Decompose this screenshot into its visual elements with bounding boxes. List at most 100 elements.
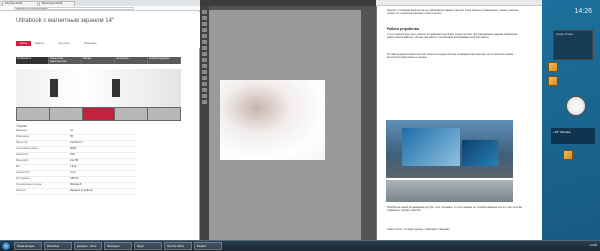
photoshop-tool-icon[interactable]	[202, 70, 207, 74]
photoshop-tool-icon[interactable]	[202, 52, 207, 56]
product-nav: Особенности Технические характеристики О…	[16, 57, 181, 64]
support-link[interactable]: Поддержка	[84, 42, 96, 45]
spec-row: Диагональ 14"	[16, 129, 136, 135]
start-button[interactable]	[1, 241, 11, 251]
taskbar-item[interactable]: Проводник	[104, 242, 132, 250]
spec-value: SSD	[70, 154, 75, 156]
browser-toolbar: www.asus.com/ru/Notebooks/	[0, 6, 200, 11]
paragraph: Приобретая новый 14-дюймовый ноутбук, ст…	[387, 206, 522, 213]
thumbnail[interactable]	[82, 108, 115, 120]
spec-value: 1.8 kg	[70, 166, 77, 168]
taskbar-item[interactable]: Новая вкладка	[14, 242, 42, 250]
recycle-bin-icon[interactable]	[563, 150, 573, 160]
photoshop-tool-icon[interactable]	[202, 94, 207, 98]
spec-name: Операционная система	[16, 184, 42, 186]
spec-name: Видеокарта	[16, 160, 29, 162]
photoshop-tool-icon[interactable]	[202, 88, 207, 92]
spec-row: Интерфейсы USB 3.0	[16, 177, 136, 183]
spec-name: Процессор	[16, 142, 28, 144]
spec-name: Разрешение	[16, 136, 30, 138]
spec-row: Комплект Зарядное устройство	[16, 189, 136, 195]
gallery-thumbnails	[16, 107, 181, 121]
spec-name: Комплект	[16, 190, 27, 192]
photoshop-tool-icon[interactable]	[202, 58, 207, 62]
thumbnail[interactable]	[17, 108, 49, 120]
photoshop-tool-icon[interactable]	[202, 64, 207, 68]
thumbnail[interactable]	[148, 108, 180, 120]
spec-row: Операционная система Windows 8	[16, 183, 136, 189]
spec-row: Видеокарта Intel HD	[16, 159, 136, 165]
spec-name: Интерфейсы	[16, 178, 30, 180]
nav-support[interactable]: Служба поддержки	[148, 57, 181, 64]
where-to-buy-link[interactable]: Где купить	[58, 42, 70, 45]
section-heading: Работа устройства	[387, 27, 419, 31]
spec-value: Зарядное устройство	[70, 190, 93, 192]
photoshop-tool-icon[interactable]	[202, 16, 207, 20]
taskbar-item[interactable]: Photoshop	[44, 242, 72, 250]
spec-value: 14"	[70, 130, 74, 132]
spec-row: Аккумулятор Li-ion	[16, 171, 136, 177]
folder-icon[interactable]	[548, 76, 558, 86]
spec-row: Накопитель SSD	[16, 153, 136, 159]
spec-value: DDR3	[70, 148, 77, 150]
spec-value: USB 3.0	[70, 178, 79, 180]
taskbar-item[interactable]: Документ - Word	[74, 242, 102, 250]
nav-accessories[interactable]: Аксессуары	[115, 57, 148, 64]
spec-value: HD	[70, 136, 74, 138]
intro-paragraph: Приятно с холодным комплектом еще наблюд…	[387, 9, 519, 16]
spec-name: Оперативная память	[16, 148, 39, 150]
spec-row: Разрешение HD	[16, 135, 136, 141]
monitor-in-photo	[402, 128, 460, 166]
editor-title-bar	[376, 0, 542, 6]
photoshop-tool-icon[interactable]	[202, 40, 207, 44]
nav-features[interactable]: Особенности	[16, 57, 49, 64]
photoshop-tool-icon[interactable]	[202, 10, 207, 14]
taskbar-item[interactable]: Ноутбук ASUS	[164, 242, 192, 250]
compare-link[interactable]: Сравнить	[34, 42, 45, 45]
spec-name: Диагональ	[16, 130, 28, 132]
paragraph: У этого компьютера, как и у многих 14-дю…	[387, 33, 518, 40]
spec-row: Процессор Intel Core i3	[16, 141, 136, 147]
system-tray-clock[interactable]: 14:26	[540, 240, 600, 251]
thumbnail[interactable]	[115, 108, 148, 120]
buy-button[interactable]: Купить	[16, 41, 31, 46]
spec-row: Вес 1.8 kg	[16, 165, 136, 171]
product-gallery	[16, 69, 181, 107]
laptop-in-photo	[462, 140, 498, 166]
paragraph: Также в блоге: что будет дальше с рабочи…	[387, 228, 451, 231]
photoshop-tool-icon[interactable]	[202, 100, 207, 104]
address-bar[interactable]: www.asus.com/ru/Notebooks/	[14, 6, 134, 11]
spec-section-title: Экран	[16, 123, 28, 128]
spec-name: Аккумулятор	[16, 172, 30, 174]
photoshop-tool-icon[interactable]	[202, 28, 207, 32]
photoshop-menu-bar	[200, 0, 376, 6]
spec-value: Intel Core i3	[70, 142, 83, 144]
spec-name: Вес	[16, 166, 20, 168]
analog-clock-icon	[566, 96, 586, 116]
photoshop-tool-icon[interactable]	[202, 76, 207, 80]
spec-name: Накопитель	[16, 154, 29, 156]
spec-value: Windows 8	[70, 184, 82, 186]
thumbnail[interactable]	[49, 108, 82, 120]
photoshop-tool-icon[interactable]	[202, 46, 207, 50]
article-photo-2	[386, 180, 513, 202]
gallery-image	[50, 79, 58, 97]
product-title: Ultrabook с магнитным экраном 14"	[16, 18, 115, 24]
photoshop-tool-icon[interactable]	[202, 34, 207, 38]
paragraph: Из таких досадных моментов стоит отметит…	[387, 53, 514, 60]
spec-row: Оперативная память DDR3	[16, 147, 136, 153]
spec-value: Li-ion	[70, 172, 76, 174]
photoshop-tool-icon[interactable]	[202, 82, 207, 86]
gallery-image	[112, 79, 120, 97]
nav-reviews[interactable]: Обзоры	[82, 57, 115, 64]
folder-icon[interactable]	[548, 62, 558, 72]
taskbar-item[interactable]: Блокнот	[194, 242, 222, 250]
image-canvas[interactable]	[220, 80, 325, 160]
weather-widget: +18° Москва	[551, 128, 595, 144]
photoshop-tool-icon[interactable]	[202, 22, 207, 26]
spec-value: Intel HD	[70, 160, 79, 162]
calendar-widget: Среда, 22 мая	[553, 30, 593, 60]
nav-specs[interactable]: Технические характеристики	[49, 57, 82, 64]
clock-widget: 14:26	[574, 8, 592, 15]
taskbar-item[interactable]: Skype	[134, 242, 162, 250]
